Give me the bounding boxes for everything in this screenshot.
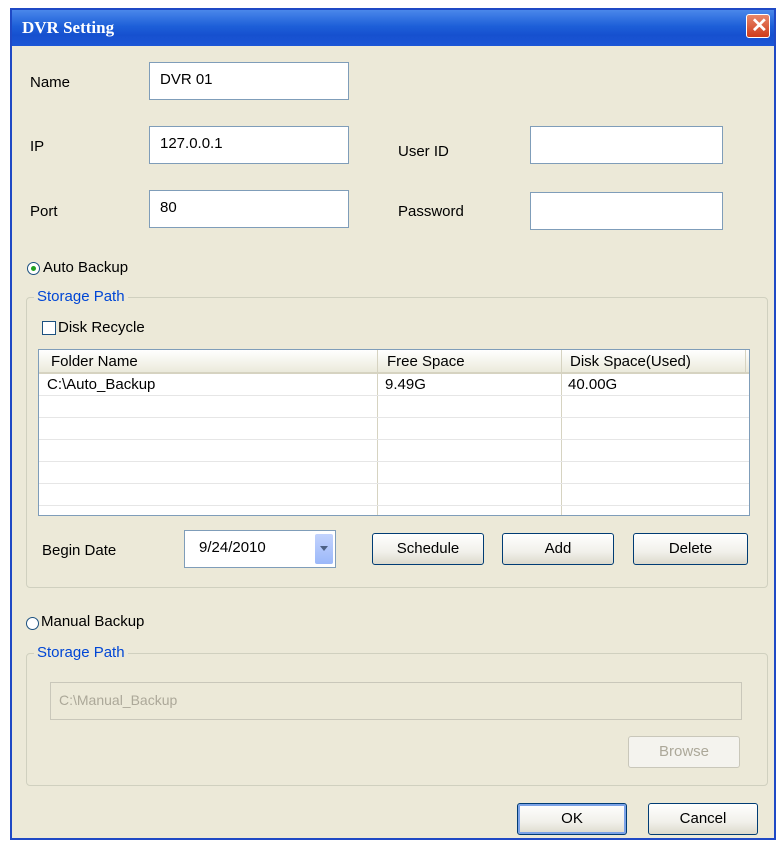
auto-backup-label[interactable]: Auto Backup bbox=[43, 259, 128, 276]
cell-free-space: 9.49G bbox=[385, 376, 426, 393]
column-header-folder-name[interactable]: Folder Name bbox=[51, 353, 138, 370]
disk-recycle-checkbox[interactable] bbox=[42, 321, 56, 335]
dvr-setting-dialog: DVR Setting ✕ Name DVR 01 IP 127.0.0.1 P… bbox=[10, 8, 776, 840]
browse-button[interactable]: Browse bbox=[628, 736, 740, 768]
close-icon: ✕ bbox=[751, 15, 768, 37]
begin-date-label: Begin Date bbox=[42, 542, 117, 559]
disk-recycle-label[interactable]: Disk Recycle bbox=[58, 319, 145, 336]
ip-input[interactable]: 127.0.0.1 bbox=[149, 126, 349, 164]
title-bar[interactable]: DVR Setting ✕ bbox=[12, 10, 774, 46]
begin-date-value: 9/24/2010 bbox=[199, 539, 266, 556]
ok-button[interactable]: OK bbox=[517, 803, 627, 835]
begin-date-picker[interactable]: 9/24/2010 bbox=[184, 530, 336, 568]
radio-selected-dot bbox=[31, 266, 36, 271]
cell-folder-name: C:\Auto_Backup bbox=[47, 376, 156, 393]
close-button[interactable]: ✕ bbox=[746, 14, 770, 38]
column-divider bbox=[745, 350, 746, 374]
manual-path-input[interactable]: C:\Manual_Backup bbox=[50, 682, 742, 720]
schedule-button[interactable]: Schedule bbox=[372, 533, 484, 565]
manual-backup-label[interactable]: Manual Backup bbox=[41, 613, 144, 630]
name-input[interactable]: DVR 01 bbox=[149, 62, 349, 100]
storage-folder-table[interactable]: Folder Name Free Space Disk Space(Used) … bbox=[38, 349, 750, 516]
chevron-down-icon[interactable] bbox=[315, 534, 333, 564]
column-header-free-space[interactable]: Free Space bbox=[387, 353, 465, 370]
table-row[interactable]: C:\Auto_Backup 9.49G 40.00G bbox=[39, 374, 749, 396]
password-label: Password bbox=[398, 203, 464, 220]
table-row-empty bbox=[39, 462, 749, 484]
table-row-empty bbox=[39, 396, 749, 418]
table-row-empty bbox=[39, 440, 749, 462]
ip-label: IP bbox=[30, 138, 45, 155]
table-row-empty bbox=[39, 484, 749, 506]
port-label: Port bbox=[30, 203, 58, 220]
column-header-disk-space[interactable]: Disk Space(Used) bbox=[570, 353, 691, 370]
delete-button[interactable]: Delete bbox=[633, 533, 748, 565]
port-input[interactable]: 80 bbox=[149, 190, 349, 228]
name-label: Name bbox=[30, 74, 71, 91]
manual-storage-path-legend: Storage Path bbox=[34, 644, 128, 661]
password-input[interactable] bbox=[530, 192, 723, 230]
auto-storage-path-legend: Storage Path bbox=[34, 288, 128, 305]
table-row-empty bbox=[39, 418, 749, 440]
add-button[interactable]: Add bbox=[502, 533, 614, 565]
auto-backup-radio[interactable] bbox=[27, 262, 40, 275]
userid-input[interactable] bbox=[530, 126, 723, 164]
table-header: Folder Name Free Space Disk Space(Used) bbox=[39, 350, 749, 374]
manual-backup-radio[interactable] bbox=[26, 617, 39, 630]
userid-label: User ID bbox=[398, 143, 449, 160]
dialog-title: DVR Setting bbox=[22, 18, 115, 37]
cell-disk-space: 40.00G bbox=[568, 376, 618, 393]
cancel-button[interactable]: Cancel bbox=[648, 803, 758, 835]
